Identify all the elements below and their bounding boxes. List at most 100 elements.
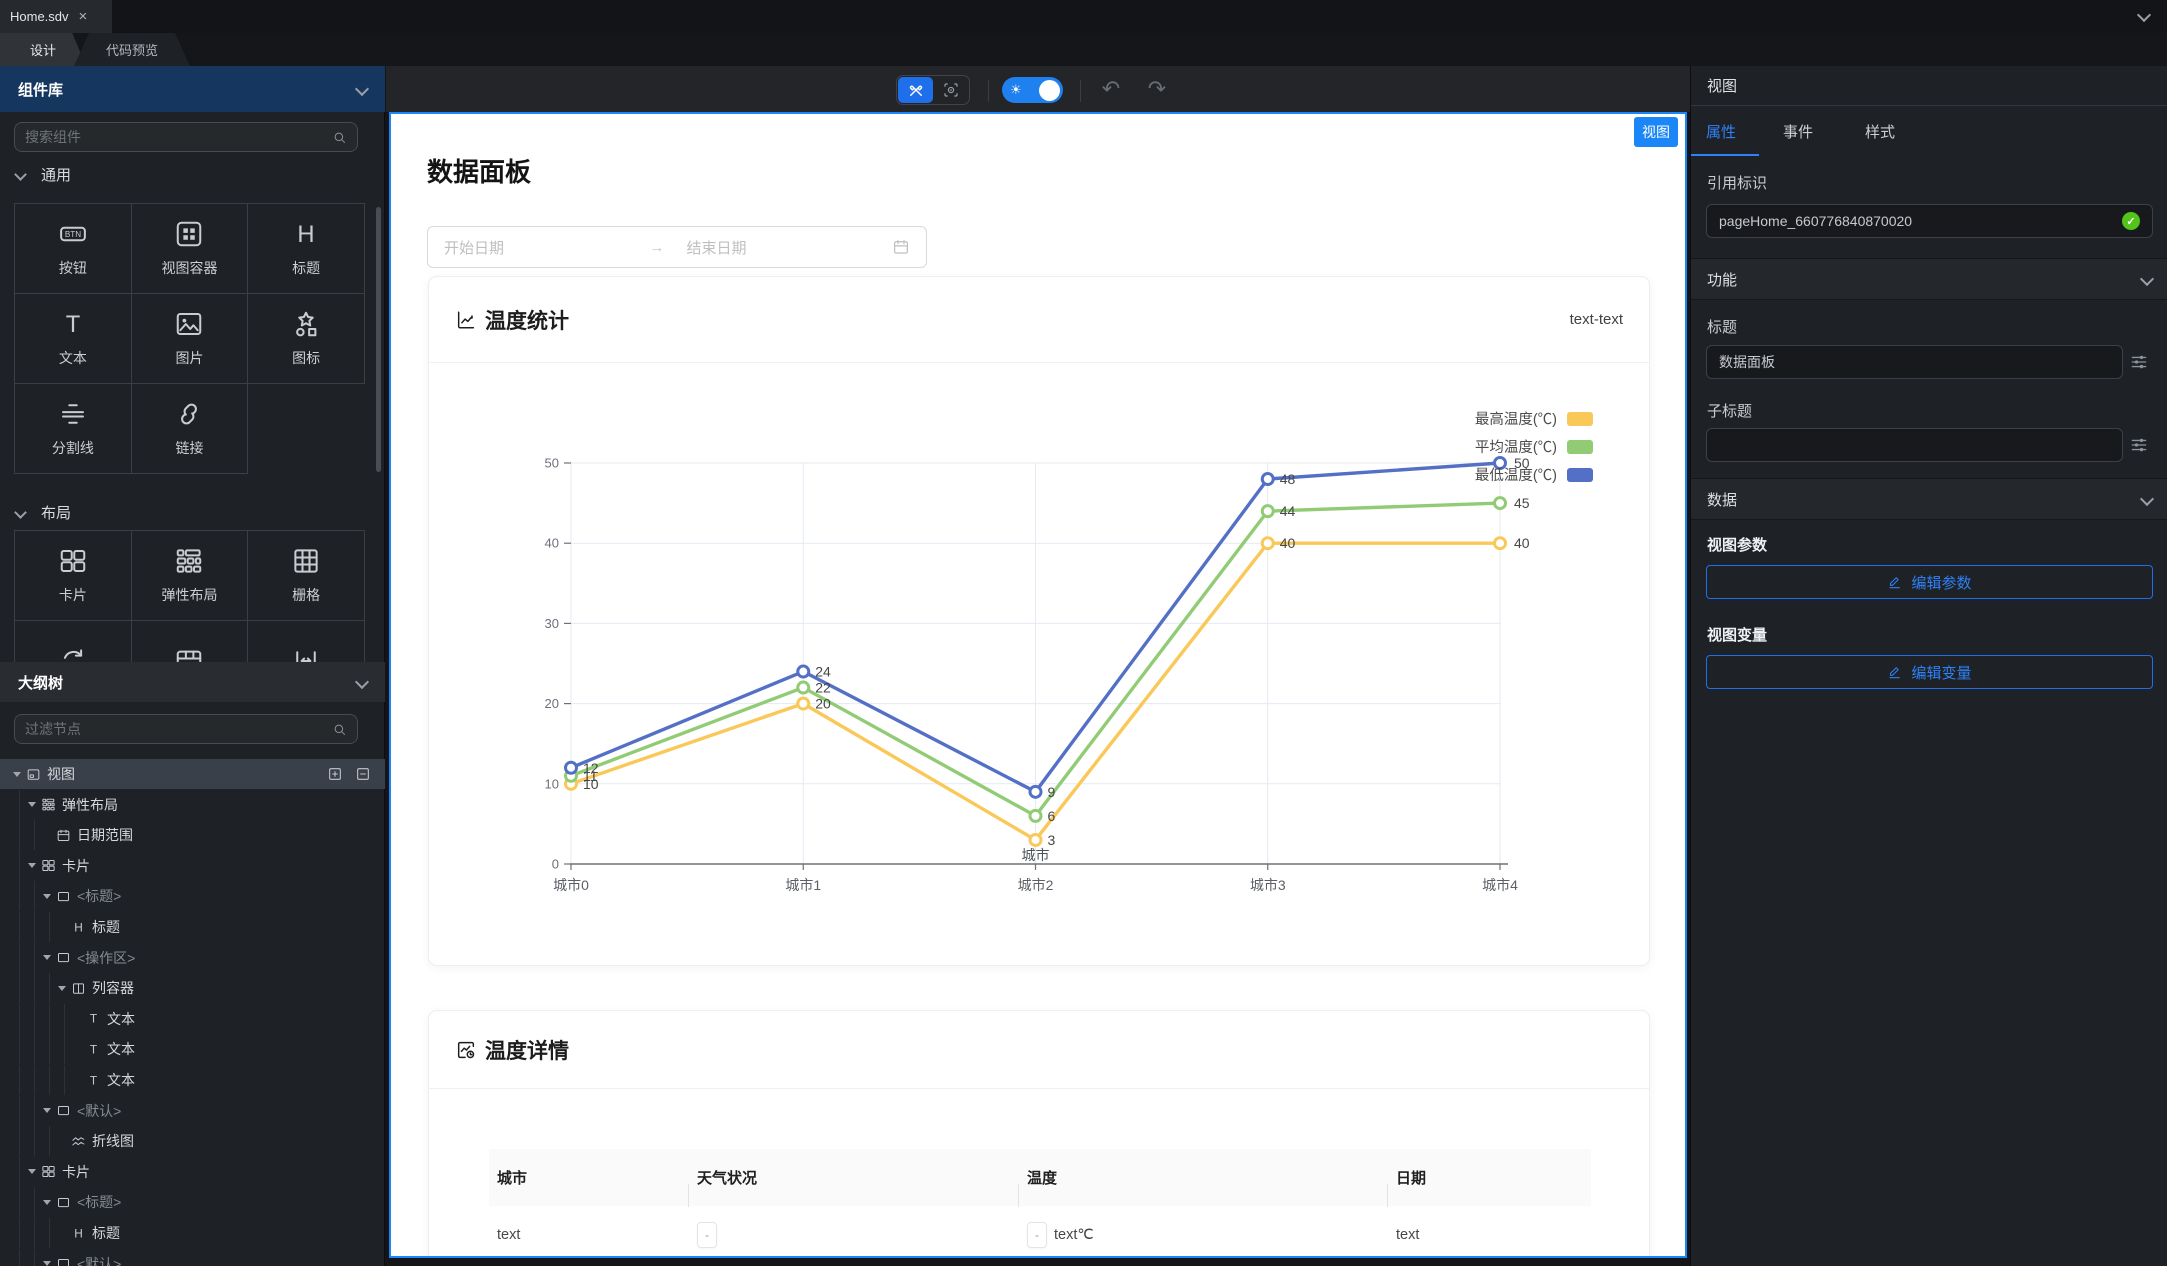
component-tile-divider[interactable]: 分割线: [15, 384, 132, 474]
tree-node-标题[interactable]: H 标题: [0, 1218, 385, 1248]
data-point[interactable]: [1260, 536, 1275, 551]
legend-label[interactable]: 平均温度(℃): [1475, 439, 1557, 456]
data-point[interactable]: [1260, 472, 1275, 487]
tree-node-默认[interactable]: <默认>: [0, 1095, 385, 1126]
table-column-header[interactable]: 温度: [1019, 1167, 1388, 1207]
toggle-knob[interactable]: [1039, 79, 1060, 101]
temperature-line-chart[interactable]: 01020304050城市0 城市1 城市2 城市3 城市4城市1020340 40112…: [429, 363, 1649, 963]
data-point[interactable]: [796, 664, 811, 679]
date-range-picker[interactable]: 开始日期 → 结束日期: [427, 226, 927, 268]
redo-button[interactable]: ↷: [1142, 74, 1172, 104]
component-tile-text[interactable]: T 文本: [15, 294, 132, 384]
component-tile-card[interactable]: 卡片: [15, 531, 132, 621]
tree-caret-icon[interactable]: [43, 893, 51, 899]
data-point[interactable]: [796, 680, 811, 695]
legend-label[interactable]: 最高温度(℃): [1475, 411, 1557, 428]
tree-caret-icon[interactable]: [43, 1108, 51, 1114]
close-icon[interactable]: ×: [79, 9, 88, 24]
date-end-placeholder[interactable]: 结束日期: [675, 237, 883, 258]
tree-caret-icon[interactable]: [28, 863, 36, 869]
data-point[interactable]: [1028, 784, 1043, 799]
chevron-down-icon[interactable]: [2139, 271, 2155, 287]
tree-node-标题[interactable]: <标题>: [0, 1187, 385, 1218]
data-point[interactable]: [564, 760, 578, 775]
data-point[interactable]: [1493, 496, 1507, 511]
tree-node-弹性布局[interactable]: 弹性布局: [0, 789, 385, 820]
tree-caret-icon[interactable]: [28, 802, 36, 808]
tree-caret-icon[interactable]: [43, 1199, 51, 1205]
tree-node-列容器[interactable]: 列容器: [0, 973, 385, 1004]
tree-node-文本[interactable]: T 文本: [0, 1065, 385, 1095]
binding-settings-icon[interactable]: [2129, 435, 2149, 455]
component-tile-star[interactable]: 图标: [248, 294, 365, 384]
preview-mode-button[interactable]: [933, 77, 968, 103]
table-column-header[interactable]: 天气状况: [689, 1167, 1019, 1207]
tree-caret-icon[interactable]: [43, 1261, 51, 1266]
outline-tree-header[interactable]: 大纲树: [0, 662, 385, 702]
page-title[interactable]: 数据面板: [427, 152, 531, 189]
scrollbar-thumb[interactable]: [376, 207, 381, 472]
data-point[interactable]: [1493, 456, 1507, 470]
component-tile-image[interactable]: 图片: [131, 294, 249, 384]
edit-params-button[interactable]: 编辑参数: [1706, 565, 2153, 599]
data-point[interactable]: [796, 696, 811, 711]
design-mode-button[interactable]: [898, 77, 933, 103]
date-start-placeholder[interactable]: 开始日期: [444, 237, 640, 258]
tab-attributes[interactable]: 属性: [1706, 121, 1736, 142]
card-temperature-details[interactable]: 温度详情 城市 天气状况 温度 日期 text - - text℃ text: [428, 1010, 1650, 1256]
binding-settings-icon[interactable]: [2129, 352, 2149, 372]
file-tab[interactable]: Home.sdv ×: [0, 0, 112, 33]
theme-toggle[interactable]: ☀: [1002, 77, 1063, 103]
card1-meta-text[interactable]: text-text: [1570, 311, 1623, 328]
tree-node-视图[interactable]: 视图: [0, 759, 385, 789]
tree-node-折线图[interactable]: 折线图: [0, 1126, 385, 1157]
edit-vars-button[interactable]: 编辑变量: [1706, 655, 2153, 689]
legend-swatch[interactable]: [1567, 440, 1593, 454]
subtitle-field-input[interactable]: [1706, 428, 2123, 462]
component-library-header[interactable]: 组件库: [0, 66, 385, 112]
tree-node-操作区[interactable]: <操作区>: [0, 942, 385, 973]
table-row[interactable]: text - - text℃ text: [489, 1206, 1591, 1256]
tab-code-preview[interactable]: 代码预览: [74, 33, 190, 66]
section-general-header[interactable]: 通用: [14, 164, 71, 185]
tree-caret-icon[interactable]: [58, 985, 66, 991]
tab-design[interactable]: 设计: [0, 33, 86, 66]
undo-button[interactable]: ↶: [1096, 74, 1126, 104]
tree-caret-icon[interactable]: [43, 955, 51, 961]
tree-node-标题[interactable]: <标题>: [0, 881, 385, 912]
chevron-down-icon[interactable]: [354, 81, 370, 97]
expand-all-icon[interactable]: [327, 766, 343, 782]
chevron-down-icon[interactable]: [354, 674, 370, 690]
section-layout-header[interactable]: 布局: [14, 502, 71, 523]
component-tile-spacer[interactable]: [248, 621, 365, 662]
legend-swatch[interactable]: [1567, 412, 1593, 426]
ref-id-input[interactable]: pageHome_660776840870020 ✓: [1706, 204, 2153, 238]
tree-caret-icon[interactable]: [13, 771, 21, 777]
table-column-header[interactable]: 城市: [489, 1167, 689, 1207]
legend-label[interactable]: 最低温度(℃): [1475, 467, 1557, 484]
component-tile-tabs[interactable]: [132, 621, 249, 662]
design-canvas[interactable]: 视图 数据面板 开始日期 → 结束日期 温度统计 text-text 0 10 20…: [389, 112, 1687, 1258]
section-data[interactable]: 数据: [1691, 478, 2167, 520]
component-tile-button[interactable]: BTN 按钮: [15, 204, 132, 294]
data-point[interactable]: [1028, 832, 1043, 847]
tree-node-文本[interactable]: T 文本: [0, 1034, 385, 1065]
selection-badge[interactable]: 视图: [1634, 117, 1678, 147]
tab-styles[interactable]: 样式: [1865, 121, 1895, 142]
tree-caret-icon[interactable]: [28, 1169, 36, 1175]
data-point[interactable]: [1260, 504, 1275, 519]
component-tile-view-container[interactable]: 视图容器: [131, 204, 249, 294]
chevron-down-icon[interactable]: [2139, 491, 2155, 507]
tree-node-卡片[interactable]: 卡片: [0, 1156, 385, 1187]
outline-filter-input[interactable]: 过滤节点: [14, 714, 358, 744]
chevron-down-icon[interactable]: [2136, 7, 2152, 23]
tree-node-默认[interactable]: <默认>: [0, 1248, 385, 1266]
component-tile-grid[interactable]: 栅格: [248, 531, 365, 621]
component-tile-heading[interactable]: H 标题: [248, 204, 365, 294]
component-tile-link[interactable]: 链接: [131, 384, 249, 474]
section-function[interactable]: 功能: [1691, 258, 2167, 300]
table-column-header[interactable]: 日期: [1388, 1167, 1591, 1188]
tree-node-卡片[interactable]: 卡片: [0, 850, 385, 881]
component-tile-carousel[interactable]: [15, 621, 132, 662]
title-field-input[interactable]: 数据面板: [1706, 345, 2123, 379]
